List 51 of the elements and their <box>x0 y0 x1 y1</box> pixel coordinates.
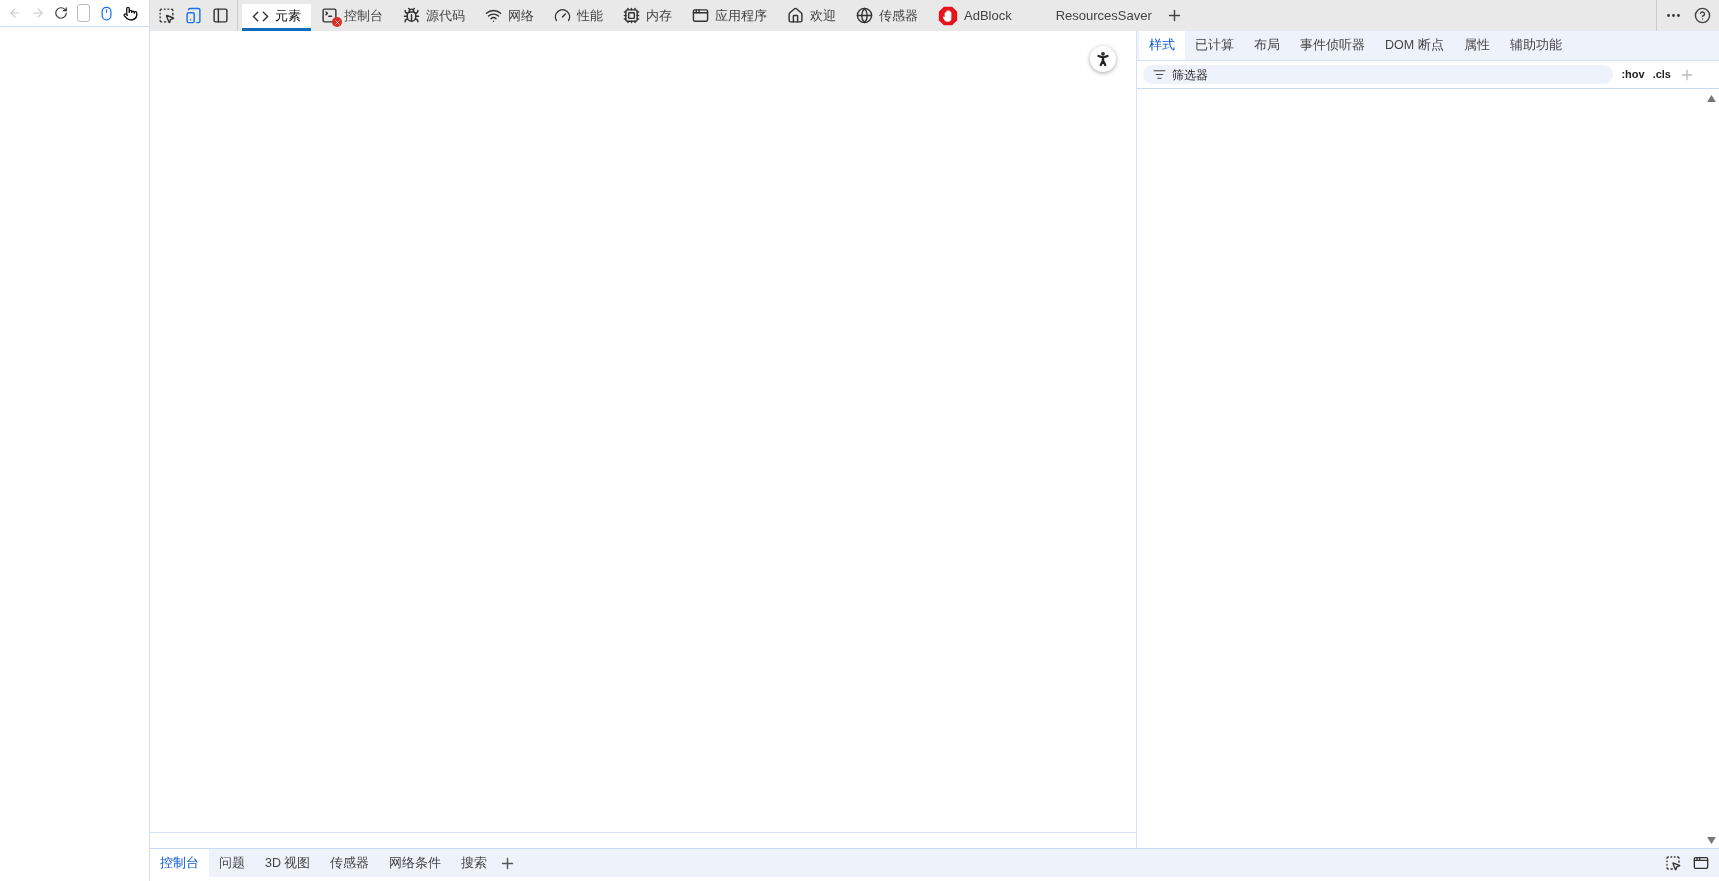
bug-icon <box>403 7 420 24</box>
inspect-icon[interactable] <box>158 7 175 24</box>
stop-hand-icon <box>938 5 958 26</box>
scroll-down-icon[interactable] <box>1707 837 1716 844</box>
drawer-toggle-icon[interactable] <box>1693 855 1709 871</box>
devtools-tab[interactable]: 传感器 <box>846 0 928 31</box>
device-icon[interactable] <box>185 7 202 24</box>
house-icon <box>787 7 804 24</box>
devtools-tab[interactable]: 内存 <box>613 0 682 31</box>
help-icon[interactable] <box>1694 7 1711 24</box>
gauge-icon <box>554 7 571 24</box>
devtools-tab[interactable]: 控制台 <box>311 0 393 31</box>
panel-icon[interactable] <box>212 7 229 24</box>
styles-tab[interactable]: 已计算 <box>1185 31 1244 60</box>
drawer-tab[interactable]: 3D 视图 <box>255 849 321 877</box>
filter-field[interactable]: 筛选器 <box>1143 65 1614 84</box>
styles-tab[interactable]: 事件侦听器 <box>1290 31 1375 60</box>
devtools-tab[interactable]: 网络 <box>475 0 544 31</box>
styles-tab[interactable]: 布局 <box>1244 31 1290 60</box>
chip-icon <box>623 7 640 24</box>
devtools-tab[interactable]: 性能 <box>544 0 613 31</box>
drawer-tab[interactable]: 传感器 <box>320 849 380 877</box>
filter-icon <box>1153 68 1166 81</box>
terminal-icon <box>321 7 338 24</box>
styles-tab[interactable]: 辅助功能 <box>1499 31 1572 60</box>
styles-tab[interactable]: DOM 断点 <box>1375 31 1454 60</box>
wifi-icon <box>485 7 502 24</box>
drawer-tab[interactable]: 网络条件 <box>379 849 452 877</box>
touch-icon[interactable] <box>123 5 138 21</box>
drawer-tab[interactable]: 搜索 <box>451 849 498 877</box>
dock-icon[interactable] <box>1665 855 1681 871</box>
styles-tab[interactable]: 样式 <box>1139 31 1185 60</box>
class-button[interactable]: .cls <box>1652 66 1671 83</box>
drawer-tab[interactable]: 控制台 <box>150 849 209 877</box>
styles-tab[interactable]: 属性 <box>1453 31 1500 60</box>
devtools-tab[interactable]: 元素 <box>242 4 311 31</box>
reload-icon[interactable] <box>54 6 68 20</box>
accessibility-button[interactable] <box>1090 46 1116 72</box>
scroll-up-icon[interactable] <box>1707 95 1716 102</box>
devtools-tab[interactable]: 源代码 <box>393 0 475 31</box>
globe-icon <box>856 7 873 24</box>
devtools-tab[interactable]: ResourcesSaver <box>1021 0 1162 31</box>
window-icon <box>692 7 709 24</box>
blank-toggle[interactable] <box>77 4 90 22</box>
person-icon <box>1094 50 1112 68</box>
drawer-tab[interactable]: 问题 <box>209 849 255 877</box>
hover-state-button[interactable]: :hov <box>1621 66 1645 83</box>
mouse-icon[interactable] <box>99 5 114 21</box>
devtools-tab[interactable]: AdBlock <box>928 0 1022 31</box>
devtools-tab[interactable]: 应用程序 <box>682 0 777 31</box>
devtools-tab[interactable]: 欢迎 <box>777 0 846 31</box>
